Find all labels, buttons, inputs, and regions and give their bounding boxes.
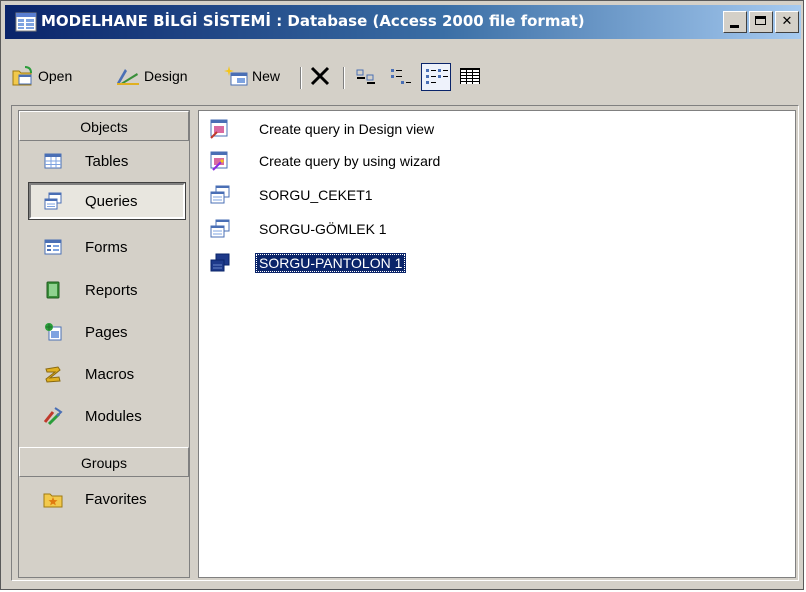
favorites-folder-icon bbox=[43, 493, 63, 508]
form-icon bbox=[44, 239, 62, 255]
list-view-icon bbox=[426, 69, 448, 84]
window-controls: ✕ bbox=[723, 11, 799, 33]
sidebar-item-label: Modules bbox=[85, 407, 142, 425]
sidebar-item-label: Macros bbox=[85, 365, 135, 383]
design-query-shortcut-icon bbox=[210, 119, 228, 139]
table-icon bbox=[44, 153, 62, 169]
list-item-label: SORGU_CEKET1 bbox=[259, 187, 373, 203]
list-item-create-wizard[interactable]: Create query by using wizard bbox=[209, 147, 444, 175]
sidebar-item-label: Queries bbox=[85, 192, 138, 210]
design-label: Design bbox=[144, 68, 188, 84]
list-item-label: Create query in Design view bbox=[259, 121, 435, 137]
close-button[interactable]: ✕ bbox=[775, 11, 799, 33]
object-list: Create query in Design view Create query… bbox=[198, 110, 796, 578]
sidebar-item-reports[interactable]: Reports bbox=[25, 272, 185, 308]
query-icon bbox=[210, 219, 230, 238]
design-icon bbox=[117, 69, 139, 85]
database-toolbar: Open Design New bbox=[5, 43, 801, 105]
report-icon bbox=[46, 281, 60, 299]
query-icon bbox=[210, 185, 230, 204]
design-button[interactable]: Design bbox=[115, 63, 188, 89]
sidebar-item-modules[interactable]: Modules bbox=[25, 398, 185, 434]
delete-button[interactable] bbox=[309, 63, 331, 89]
sidebar-item-label: Reports bbox=[85, 281, 138, 299]
wizard-query-shortcut-icon bbox=[210, 151, 228, 171]
page-icon bbox=[45, 323, 62, 341]
maximize-button[interactable] bbox=[749, 11, 773, 33]
open-icon bbox=[12, 66, 32, 86]
groups-header[interactable]: Groups bbox=[19, 447, 189, 477]
sidebar-item-label: Favorites bbox=[85, 490, 147, 508]
list-item-query-selected[interactable]: SORGU-PANTOLON 1 bbox=[209, 249, 407, 277]
small-icons-button[interactable] bbox=[387, 63, 413, 89]
sidebar-item-tables[interactable]: Tables bbox=[25, 143, 185, 179]
sidebar-item-queries[interactable]: Queries bbox=[28, 182, 186, 220]
sidebar-item-label: Tables bbox=[85, 152, 129, 170]
minimize-button[interactable] bbox=[723, 11, 747, 33]
sidebar-item-macros[interactable]: Macros bbox=[25, 356, 185, 392]
objects-bar: Objects Tables Queries Forms Reports Pag… bbox=[18, 110, 190, 578]
window-title: MODELHANE BİLGİ SİSTEMİ : Database (Acce… bbox=[41, 12, 585, 30]
details-view-button[interactable] bbox=[457, 63, 483, 89]
list-item-query[interactable]: SORGU-GÖMLEK 1 bbox=[209, 215, 391, 243]
open-label: Open bbox=[38, 68, 73, 84]
new-icon bbox=[224, 66, 248, 86]
query-icon bbox=[44, 192, 62, 210]
sidebar-item-favorites[interactable]: Favorites bbox=[25, 481, 185, 517]
large-icons-button[interactable] bbox=[353, 63, 379, 89]
new-label: New bbox=[252, 68, 281, 84]
list-item-create-design-view[interactable]: Create query in Design view bbox=[209, 115, 438, 143]
small-icons-icon bbox=[391, 69, 411, 84]
list-view-button[interactable] bbox=[421, 63, 451, 91]
new-button[interactable]: New bbox=[223, 63, 280, 89]
toolbar-separator bbox=[343, 67, 345, 89]
open-button[interactable]: Open bbox=[11, 63, 72, 89]
sidebar-item-label: Forms bbox=[85, 238, 128, 256]
sidebar-item-forms[interactable]: Forms bbox=[25, 229, 185, 265]
query-icon bbox=[210, 253, 230, 272]
list-item-query[interactable]: SORGU_CEKET1 bbox=[209, 181, 377, 209]
details-view-icon bbox=[460, 68, 480, 84]
macro-icon bbox=[45, 366, 61, 383]
list-item-label: Create query by using wizard bbox=[259, 153, 441, 169]
sidebar-item-pages[interactable]: Pages bbox=[25, 314, 185, 350]
list-item-label: SORGU-PANTOLON 1 bbox=[255, 253, 407, 273]
module-icon bbox=[43, 407, 63, 426]
database-window: MODELHANE BİLGİ SİSTEMİ : Database (Acce… bbox=[0, 0, 804, 590]
title-bar[interactable]: MODELHANE BİLGİ SİSTEMİ : Database (Acce… bbox=[5, 5, 801, 39]
list-item-label: SORGU-GÖMLEK 1 bbox=[259, 221, 387, 237]
delete-icon bbox=[310, 66, 330, 86]
objects-header[interactable]: Objects bbox=[19, 111, 189, 141]
sidebar-item-label: Pages bbox=[85, 323, 128, 341]
database-window-icon bbox=[15, 12, 37, 32]
large-icons-icon bbox=[356, 69, 375, 84]
toolbar-separator bbox=[300, 67, 302, 89]
